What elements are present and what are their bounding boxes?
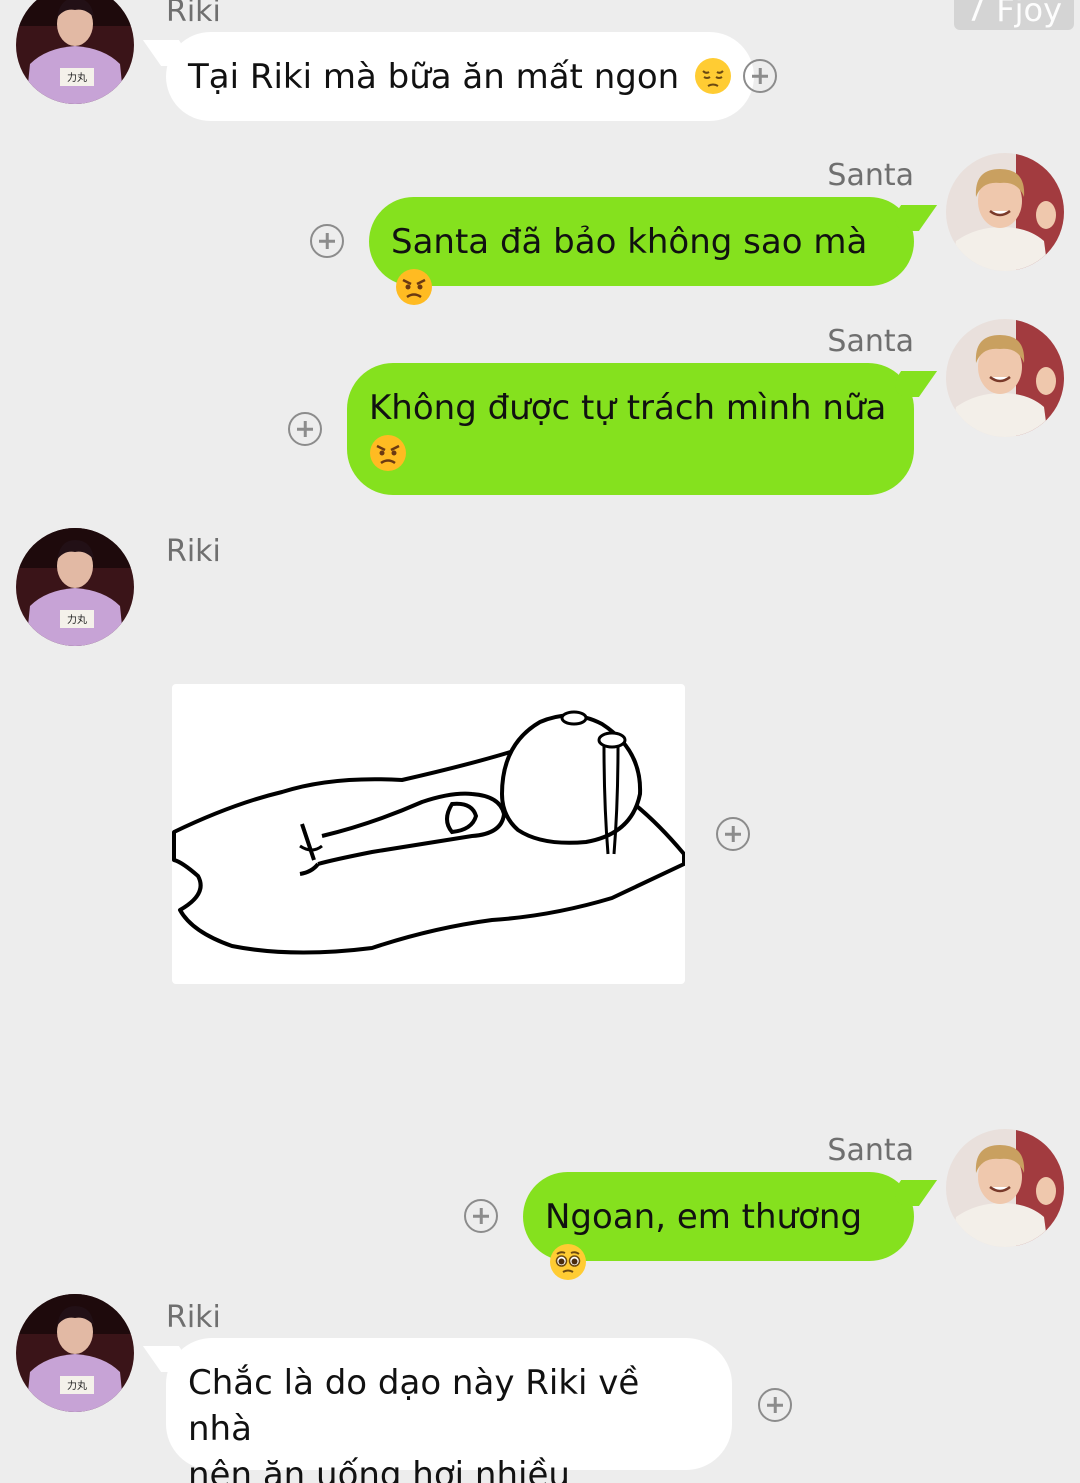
message-bubble[interactable]: Không được tự trách mình nữa xyxy=(347,363,914,495)
add-reaction-icon[interactable] xyxy=(288,412,322,446)
message-text-line: nên ăn uống hơi nhiều xyxy=(188,1455,570,1483)
add-reaction-icon[interactable] xyxy=(310,224,344,258)
corner-badge: 7 Fjoy xyxy=(953,0,1074,30)
angry-face-icon xyxy=(369,434,407,472)
message-text: Không được tự trách mình nữa xyxy=(369,388,887,428)
sender-name: Riki xyxy=(166,1300,221,1335)
add-reaction-icon[interactable] xyxy=(743,59,777,93)
riki-avatar[interactable]: 力丸 xyxy=(16,528,134,646)
svg-text:力丸: 力丸 xyxy=(67,71,87,84)
message-bubble[interactable]: Ngoan, em thương xyxy=(523,1172,914,1280)
message-text: Ngoan, em thương xyxy=(545,1197,863,1237)
message-text-line: Chắc là do dạo này Riki về nhà xyxy=(188,1363,640,1449)
svg-text:力丸: 力丸 xyxy=(67,613,87,626)
pleading-face-icon xyxy=(549,1243,587,1281)
add-reaction-icon[interactable] xyxy=(758,1388,792,1422)
santa-avatar[interactable] xyxy=(946,319,1064,437)
sender-name: Riki xyxy=(166,534,221,569)
message-text: Santa đã bảo không sao mà xyxy=(391,222,868,262)
sender-name: Riki xyxy=(166,0,221,29)
santa-avatar[interactable] xyxy=(946,1129,1064,1247)
sender-name: Santa xyxy=(827,324,914,359)
sender-name: Santa xyxy=(827,158,914,193)
pensive-face-icon xyxy=(694,57,732,95)
message-text: Tại Riki mà bữa ăn mất ngon xyxy=(188,57,680,97)
sender-name: Santa xyxy=(827,1133,914,1168)
svg-text:力丸: 力丸 xyxy=(67,1379,87,1392)
add-reaction-icon[interactable] xyxy=(716,817,750,851)
riki-avatar[interactable]: 力丸 xyxy=(16,1294,134,1412)
add-reaction-icon[interactable] xyxy=(464,1199,498,1233)
message-bubble[interactable]: Chắc là do dạo này Riki về nhà nên ăn uố… xyxy=(166,1338,732,1483)
angry-face-icon xyxy=(395,268,433,306)
chat-thread[interactable]: 7 Fjoy 力丸 Riki Tại Riki mà bữa ăn mất ng… xyxy=(0,0,1080,1483)
riki-avatar[interactable]: 力丸 xyxy=(16,0,134,104)
message-bubble[interactable]: Santa đã bảo không sao mà xyxy=(369,197,914,305)
crying-puddle-sticker[interactable] xyxy=(172,684,685,984)
santa-avatar[interactable] xyxy=(946,153,1064,271)
message-bubble[interactable]: Tại Riki mà bữa ăn mất ngon xyxy=(166,32,754,121)
